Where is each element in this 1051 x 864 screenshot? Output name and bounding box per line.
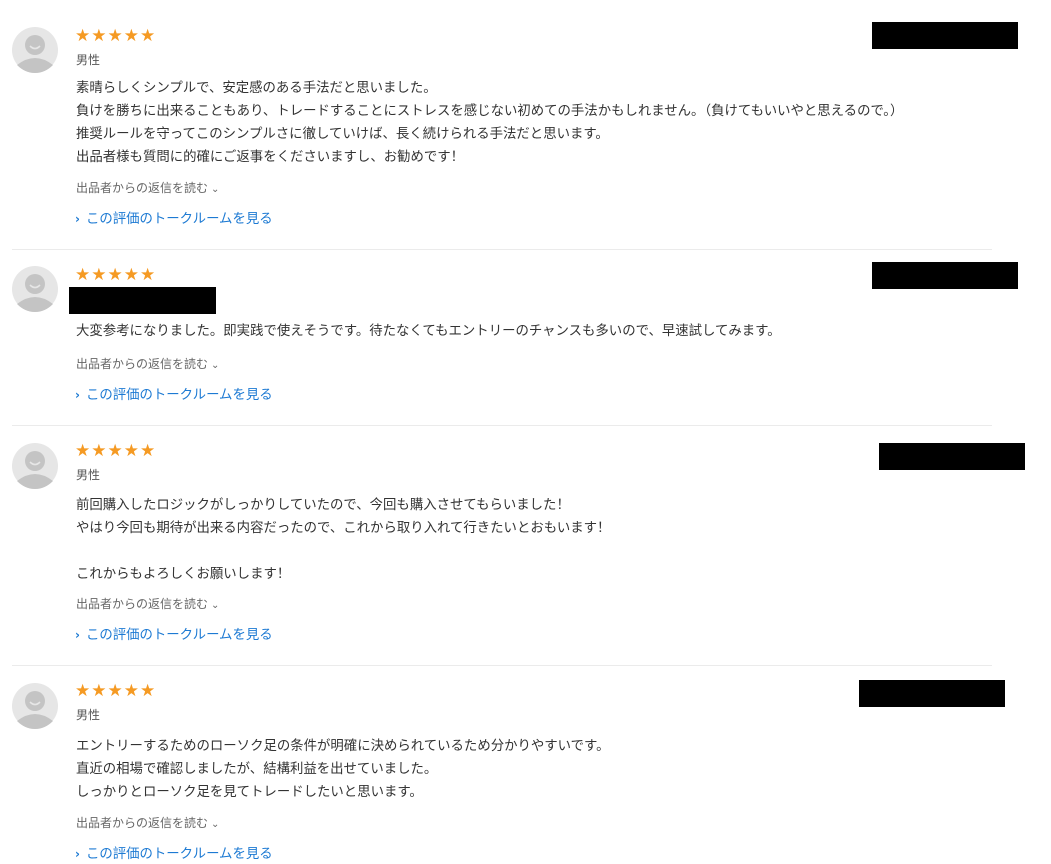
talk-room-link[interactable]: › この評価のトークルームを見る xyxy=(75,845,273,864)
star-rating: ★★★★★ xyxy=(75,26,157,46)
chevron-down-icon: ⌄ xyxy=(211,819,220,830)
talk-room-link-label: この評価のトークルームを見る xyxy=(85,628,273,643)
review-divider xyxy=(12,665,992,666)
star-rating: ★★★★★ xyxy=(75,441,157,461)
review-date-redacted xyxy=(872,22,1018,49)
seller-reply-toggle[interactable]: 出品者からの返信を読む ⌄ xyxy=(76,180,219,198)
user-avatar-icon xyxy=(12,443,58,489)
review-divider xyxy=(12,425,992,426)
reviewer-info-redacted xyxy=(69,287,216,314)
reviewer-gender: 男性 xyxy=(76,468,101,482)
review-divider xyxy=(12,249,992,250)
review-date-redacted xyxy=(872,262,1018,289)
chevron-right-icon: › xyxy=(75,628,80,642)
reviewer-gender: 男性 xyxy=(76,53,101,67)
talk-room-link-label: この評価のトークルームを見る xyxy=(85,388,273,403)
chevron-right-icon: › xyxy=(75,212,80,226)
review-body: 前回購入したロジックがしっかりしていたので、今回も購入させてもらいました！ やは… xyxy=(76,498,611,582)
review-date-redacted xyxy=(859,680,1005,707)
chevron-down-icon: ⌄ xyxy=(211,600,220,611)
reviewer-gender: 男性 xyxy=(76,708,101,722)
user-avatar-icon xyxy=(12,266,58,312)
seller-reply-toggle[interactable]: 出品者からの返信を読む ⌄ xyxy=(76,596,219,614)
chevron-right-icon: › xyxy=(75,388,80,402)
reply-toggle-label: 出品者からの返信を読む xyxy=(76,597,209,611)
chevron-right-icon: › xyxy=(75,847,80,861)
reply-toggle-label: 出品者からの返信を読む xyxy=(76,816,209,830)
chevron-down-icon: ⌄ xyxy=(211,184,220,195)
chevron-down-icon: ⌄ xyxy=(211,360,220,371)
star-rating: ★★★★★ xyxy=(75,265,157,285)
reply-toggle-label: 出品者からの返信を読む xyxy=(76,181,209,195)
talk-room-link[interactable]: › この評価のトークルームを見る xyxy=(75,626,273,645)
user-avatar-icon xyxy=(12,27,58,73)
talk-room-link-label: この評価のトークルームを見る xyxy=(85,847,273,862)
review-body: 大変参考になりました。即実践で使えそうです。待たなくてもエントリーのチャンスも多… xyxy=(76,324,781,339)
review-date-redacted xyxy=(879,443,1025,470)
star-rating: ★★★★★ xyxy=(75,681,157,701)
talk-room-link-label: この評価のトークルームを見る xyxy=(85,212,273,227)
review-body: 素晴らしくシンプルで、安定感のある手法だと思いました。 負けを勝ちに出来ることも… xyxy=(76,81,904,165)
seller-reply-toggle[interactable]: 出品者からの返信を読む ⌄ xyxy=(76,815,219,833)
talk-room-link[interactable]: › この評価のトークルームを見る xyxy=(75,386,273,405)
review-body: エントリーするためのローソク足の条件が明確に決められているため分かりやすいです。… xyxy=(76,739,610,800)
talk-room-link[interactable]: › この評価のトークルームを見る xyxy=(75,210,273,229)
user-avatar-icon xyxy=(12,683,58,729)
reply-toggle-label: 出品者からの返信を読む xyxy=(76,357,209,371)
seller-reply-toggle[interactable]: 出品者からの返信を読む ⌄ xyxy=(76,356,219,374)
